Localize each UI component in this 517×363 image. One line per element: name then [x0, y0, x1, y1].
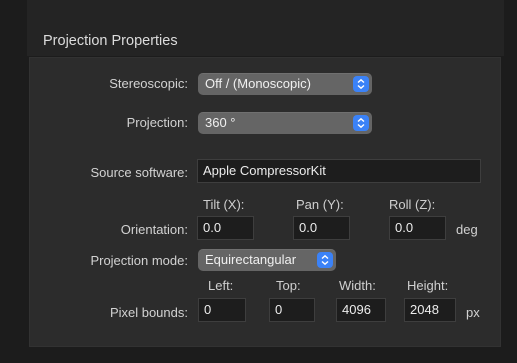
projection-value: 360 °: [205, 115, 236, 130]
width-label: Width:: [339, 278, 376, 293]
projection-mode-popup[interactable]: Equirectangular: [198, 249, 336, 271]
pan-label: Pan (Y):: [296, 197, 344, 212]
left-label: Left:: [208, 278, 234, 293]
projection-popup[interactable]: 360 °: [198, 112, 372, 134]
tilt-label: Tilt (X):: [203, 197, 245, 212]
top-label: Top:: [276, 278, 301, 293]
stereoscopic-value: Off / (Monoscopic): [205, 76, 311, 91]
projection-mode-label: Projection mode:: [90, 253, 188, 268]
orientation-label: Orientation:: [120, 222, 188, 237]
projection-properties-window: Projection Properties Stereoscopic: Off …: [0, 0, 517, 363]
left-field[interactable]: 0: [198, 298, 246, 322]
top-field[interactable]: 0: [269, 298, 315, 322]
orientation-unit: deg: [456, 222, 478, 237]
source-software-label: Source software:: [90, 165, 188, 180]
section-title: Projection Properties: [43, 33, 178, 49]
roll-field[interactable]: 0.0: [389, 216, 446, 240]
source-software-field[interactable]: Apple CompressorKit: [197, 159, 481, 183]
pixel-bounds-label: Pixel bounds:: [109, 305, 188, 320]
height-label: Height:: [407, 278, 449, 293]
pan-field[interactable]: 0.0: [293, 216, 350, 240]
projection-mode-value: Equirectangular: [205, 252, 297, 267]
chevron-up-down-icon: [353, 76, 369, 92]
height-field[interactable]: 2048: [404, 298, 456, 322]
chevron-up-down-icon: [353, 115, 369, 131]
stereoscopic-label: Stereoscopic:: [109, 76, 188, 91]
tilt-field[interactable]: 0.0: [197, 216, 254, 240]
roll-label: Roll (Z):: [389, 197, 436, 212]
stereoscopic-popup[interactable]: Off / (Monoscopic): [198, 73, 372, 95]
width-field[interactable]: 4096: [336, 298, 386, 322]
projection-label: Projection:: [126, 115, 188, 130]
chevron-up-down-icon: [317, 252, 333, 268]
pixel-bounds-unit: px: [466, 305, 480, 320]
